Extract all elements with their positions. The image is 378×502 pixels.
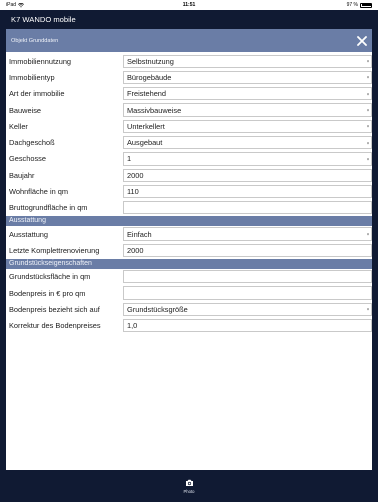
section-basic-data: Immobiliennutzung Selbstnutzung ▾ Immobilie… (6, 53, 372, 216)
field-value: 1 (127, 154, 132, 164)
page-title: Objekt Grunddaten (11, 37, 59, 44)
battery-percent: 97 % (346, 2, 358, 8)
device-name: iPad (6, 2, 17, 8)
section-ausstattung: Ausstattung Einfach ▾ Letzte Komplettrenovi… (6, 226, 372, 259)
bezel-right (372, 0, 378, 502)
chevron-down-icon: ▾ (366, 107, 369, 113)
select-field[interactable]: Unterkellert ▾ (123, 119, 372, 133)
text-input[interactable]: 1,0 (123, 318, 372, 333)
form-row: Geschosse 1 ▾ (6, 151, 372, 167)
chevron-down-icon: ▾ (366, 231, 369, 237)
field-value: Bürogebäude (127, 72, 172, 82)
form-row: Bauweise Massivbauweise ▾ (6, 102, 372, 118)
chevron-down-icon: ▾ (366, 58, 369, 64)
form-row: Immobilientyp Bürogebäude ▾ (6, 69, 372, 85)
photo-button-label: Photo (183, 488, 195, 494)
form-row: Bodenpreis in € pro qm (6, 285, 372, 301)
close-button[interactable] (352, 29, 372, 52)
field-value: Ausgebaut (127, 138, 163, 148)
field-value: Massivbauweise (127, 105, 182, 115)
app-title-bar: K7 WANDO mobile (6, 10, 372, 29)
field-value: Freistehend (127, 89, 167, 99)
select-field[interactable]: Ausgebaut ▾ (123, 135, 372, 150)
chevron-down-icon: ▾ (366, 74, 369, 80)
field-value: Grundstücksgröße (127, 304, 188, 314)
status-left: iPad (6, 2, 25, 8)
select-field[interactable]: Massivbauweise ▾ (123, 103, 372, 117)
text-input[interactable] (123, 201, 372, 215)
section-header-grundstueck: Grundstückseigenschaften (6, 258, 372, 269)
wifi-icon (18, 2, 25, 7)
field-label: Wohnfläche in qm (9, 187, 69, 197)
field-label: Korrektur des Bodenpreises (9, 321, 101, 331)
chevron-down-icon: ▾ (366, 306, 369, 312)
select-field[interactable]: Bürogebäude ▾ (123, 70, 372, 85)
field-label: Grundstücksfläche in qm (9, 272, 91, 282)
form-row: Baujahr 2000 (6, 167, 372, 183)
select-field[interactable]: Grundstücksgröße ▾ (123, 302, 372, 316)
close-icon (357, 35, 367, 46)
text-input[interactable]: 2000 (123, 168, 372, 182)
field-label: Keller (9, 121, 28, 131)
field-value: 1,0 (127, 321, 138, 331)
battery-indicator: 97 % (347, 2, 372, 8)
chevron-down-icon: ▾ (366, 140, 369, 146)
field-label: Art der immobilie (9, 89, 65, 99)
field-label: Bauweise (9, 105, 42, 115)
field-value: Unterkellert (127, 121, 165, 131)
chevron-down-icon: ▾ (366, 91, 369, 97)
select-field[interactable]: Selbstnutzung ▾ (123, 54, 372, 68)
form-row: Bruttogrundfläche in qm (6, 200, 372, 216)
camera-icon (185, 479, 193, 486)
field-value: 110 (127, 187, 139, 197)
select-field[interactable]: Freistehend ▾ (123, 87, 372, 101)
field-value: Selbstnutzung (127, 56, 174, 66)
field-label: Geschosse (9, 154, 46, 164)
field-value: Einfach (127, 229, 152, 239)
field-label: Baujahr (9, 170, 35, 180)
page-header: Objekt Grunddaten (6, 29, 372, 52)
field-value: 2000 (127, 170, 144, 180)
field-label: Bodenpreis in € pro qm (9, 288, 86, 298)
field-label: Immobilientyp (9, 72, 55, 82)
section-header-ausstattung: Ausstattung (6, 215, 372, 226)
app-title: K7 WANDO mobile (11, 15, 76, 24)
bottom-toolbar: Photo (6, 470, 372, 502)
field-label: Dachgeschoß (9, 138, 55, 148)
form-row: Dachgeschoß Ausgebaut ▾ (6, 134, 372, 150)
form-row: Ausstattung Einfach ▾ (6, 226, 372, 242)
select-field[interactable]: 1 ▾ (123, 152, 372, 166)
form-row: Grundstücksfläche in qm (6, 269, 372, 285)
field-label: Ausstattung (9, 229, 49, 239)
photo-button[interactable]: Photo (176, 470, 202, 502)
text-input[interactable]: 2000 (123, 243, 372, 258)
status-bar: iPad 11:51 97 % (0, 0, 378, 10)
field-label: Bruttogrundfläche in qm (9, 203, 88, 213)
field-label: Letzte Komplettrenovierung (9, 245, 100, 255)
section-grundstueck: Grundstücksfläche in qm Bodenpreis in € p… (6, 269, 372, 334)
text-input[interactable] (123, 286, 372, 300)
text-input[interactable]: 110 (123, 184, 372, 199)
form-row: Korrektur des Bodenpreises 1,0 (6, 317, 372, 333)
select-field[interactable]: Einfach ▾ (123, 227, 372, 241)
form-row: Immobiliennutzung Selbstnutzung ▾ (6, 53, 372, 69)
form-row: Wohnfläche in qm 110 (6, 183, 372, 199)
form-row: Keller Unterkellert ▾ (6, 118, 372, 134)
field-label: Immobiliennutzung (9, 56, 72, 66)
form-container: Immobiliennutzung Selbstnutzung ▾ Immobilie… (6, 53, 372, 334)
form-row: Letzte Komplettrenovierung 2000 (6, 242, 372, 258)
chevron-down-icon: ▾ (366, 123, 369, 129)
text-input[interactable] (123, 270, 372, 284)
field-value: 2000 (127, 245, 144, 255)
chevron-down-icon: ▾ (366, 156, 369, 162)
battery-icon (360, 2, 372, 8)
field-label: Bodenpreis bezieht sich auf (9, 304, 100, 314)
status-time: 11:51 (182, 2, 196, 8)
form-row: Bodenpreis bezieht sich auf Grundstücksgr… (6, 301, 372, 317)
form-row: Art der immobilie Freistehend ▾ (6, 86, 372, 102)
